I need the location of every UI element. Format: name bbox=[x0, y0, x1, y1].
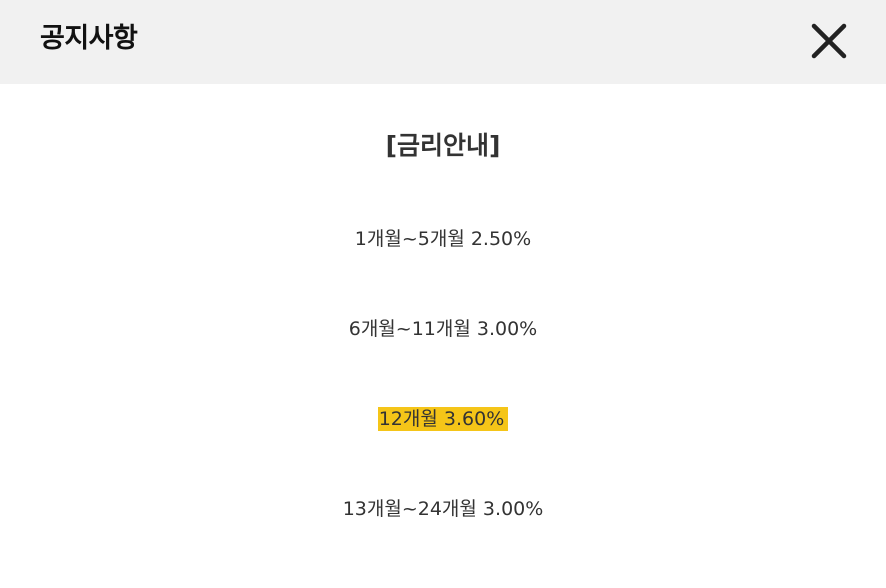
highlighted-rate-text: 12개월 3.60% bbox=[377, 407, 509, 431]
notice-body: [금리안내] 1개월~5개월 2.50% 6개월~11개월 3.00% 12개월… bbox=[0, 84, 886, 588]
modal-title: 공지사항 bbox=[40, 23, 138, 54]
rate-text: 1개월~5개월 2.50% bbox=[354, 228, 532, 250]
rate-row: 13개월~24개월 3.00% bbox=[0, 496, 886, 522]
close-button[interactable] bbox=[806, 18, 852, 64]
notice-heading: [금리안내] bbox=[385, 131, 501, 160]
rate-row: 6개월~11개월 3.00% bbox=[0, 316, 886, 342]
rate-text: 6개월~11개월 3.00% bbox=[348, 318, 538, 340]
rate-row: 1개월~5개월 2.50% bbox=[0, 226, 886, 252]
rate-row: 12개월 3.60% bbox=[0, 406, 886, 432]
rate-text: 13개월~24개월 3.00% bbox=[342, 498, 544, 520]
modal-header: 공지사항 bbox=[0, 0, 886, 84]
close-icon bbox=[811, 23, 847, 59]
